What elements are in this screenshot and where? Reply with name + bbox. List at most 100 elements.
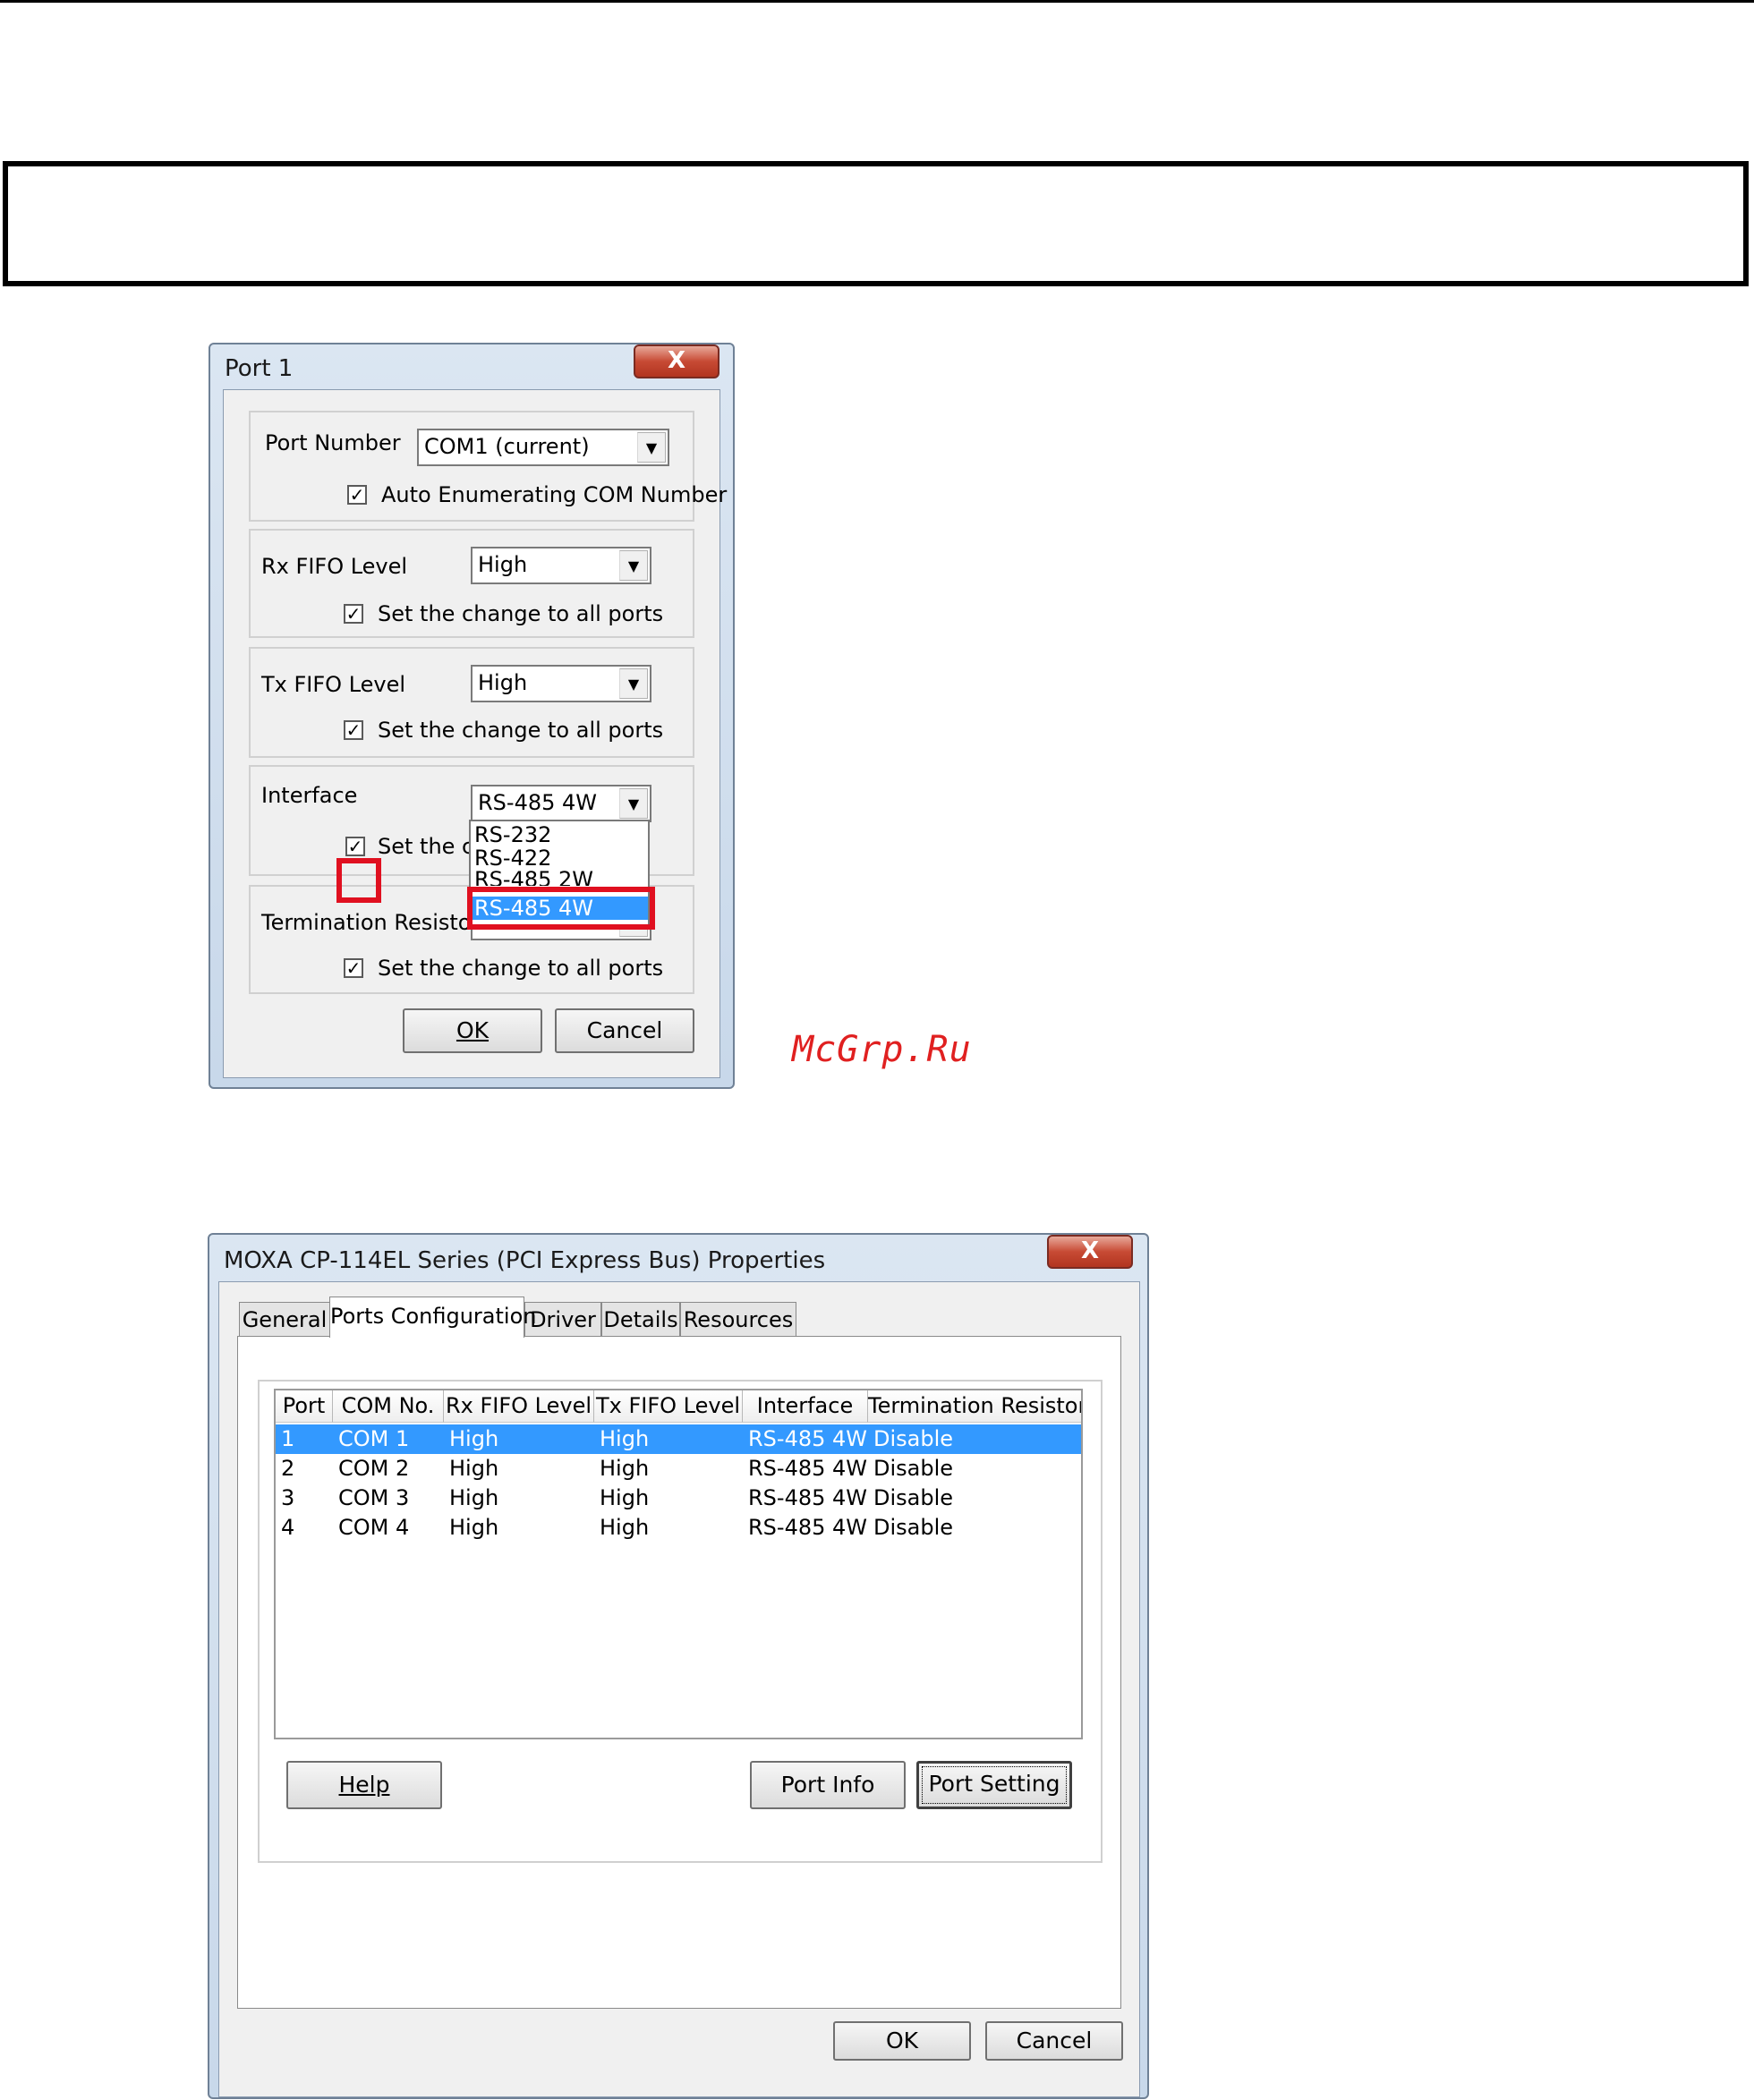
- close-button[interactable]: X: [1047, 1235, 1133, 1269]
- port-setting-button[interactable]: Port Setting: [916, 1761, 1072, 1809]
- top-rule: [0, 0, 1754, 3]
- interface-cell: RS-485 4W: [748, 1426, 868, 1451]
- tx-fifo-label: Tx FIFO Level: [261, 672, 406, 697]
- ports-group: Port COM No. Rx FIFO Level Tx FIFO Level…: [258, 1380, 1103, 1863]
- interface-option[interactable]: RS-422: [474, 846, 551, 870]
- rx-fifo-select[interactable]: High ▼: [471, 547, 651, 584]
- table-row[interactable]: 1 COM 1 High High RS-485 4W Disable: [276, 1424, 1081, 1454]
- port-info-label: Port Info: [780, 1772, 875, 1798]
- cancel-label: Cancel: [586, 1017, 663, 1043]
- cancel-button[interactable]: Cancel: [985, 2021, 1123, 2061]
- tab-general[interactable]: General: [239, 1302, 330, 1338]
- interface-cell: RS-485 4W: [748, 1515, 868, 1540]
- rx-fifo-value: High: [478, 552, 528, 577]
- column-header[interactable]: Port: [276, 1390, 333, 1423]
- header-box: [3, 161, 1749, 286]
- tx-fifo-select[interactable]: High ▼: [471, 665, 651, 702]
- interface-apply-all-checkbox[interactable]: ✓: [345, 837, 365, 856]
- column-header[interactable]: COM No.: [333, 1390, 444, 1423]
- tab-ports-configuration[interactable]: Ports Configuration: [329, 1297, 536, 1338]
- termination-apply-all-label: Set the change to all ports: [378, 956, 664, 981]
- termination-cell: Disable: [873, 1456, 954, 1481]
- com-cell: COM 2: [338, 1456, 410, 1481]
- ok-button[interactable]: OK: [403, 1008, 542, 1053]
- port-number-group: Port Number COM1 (current) ▼ ✓ Auto Enum…: [249, 411, 727, 522]
- termination-cell: Disable: [873, 1426, 954, 1451]
- rx-cell: High: [449, 1515, 499, 1540]
- rx-apply-all-label: Set the change to all ports: [378, 601, 664, 626]
- rx-fifo-label: Rx FIFO Level: [261, 554, 408, 579]
- termination-label: Termination Resistor: [261, 910, 481, 935]
- tab-details[interactable]: Details: [601, 1302, 680, 1338]
- tx-cell: High: [600, 1485, 650, 1510]
- cancel-label: Cancel: [1016, 2028, 1093, 2053]
- tx-apply-all-label: Set the change to all ports: [378, 718, 664, 743]
- tx-cell: High: [600, 1456, 650, 1481]
- tx-fifo-value: High: [478, 670, 528, 695]
- interface-cell: RS-485 4W: [748, 1485, 868, 1510]
- column-header[interactable]: Termination Resistor: [868, 1390, 1081, 1423]
- interface-value: RS-485 4W: [478, 790, 598, 815]
- chevron-down-icon[interactable]: ▼: [637, 432, 666, 463]
- cancel-button[interactable]: Cancel: [555, 1008, 694, 1053]
- com-cell: COM 3: [338, 1485, 410, 1510]
- port-cell: 2: [281, 1456, 295, 1481]
- properties-dialog-client: General Ports Configuration Driver Detai…: [218, 1281, 1140, 2097]
- properties-dialog: MOXA CP-114EL Series (PCI Express Bus) P…: [208, 1233, 1149, 2099]
- interface-option[interactable]: RS-232: [474, 823, 551, 846]
- port-number-value: COM1 (current): [424, 434, 590, 459]
- auto-enum-label: Auto Enumerating COM Number: [381, 482, 728, 507]
- port-cell: 4: [281, 1515, 295, 1540]
- rx-apply-all-checkbox[interactable]: ✓: [344, 604, 363, 624]
- ok-label: OK: [885, 2028, 919, 2053]
- termination-cell: Disable: [873, 1515, 954, 1540]
- tx-apply-all-checkbox[interactable]: ✓: [344, 720, 363, 740]
- chevron-down-icon[interactable]: ▼: [619, 668, 648, 699]
- table-row[interactable]: 2 COM 2 High High RS-485 4W Disable: [276, 1454, 1081, 1484]
- port-number-select[interactable]: COM1 (current) ▼: [417, 429, 669, 466]
- rx-cell: High: [449, 1426, 499, 1451]
- table-row[interactable]: 3 COM 3 High High RS-485 4W Disable: [276, 1484, 1081, 1513]
- watermark: McGrp.Ru: [792, 1029, 972, 1070]
- port-number-label: Port Number: [265, 430, 401, 455]
- termination-cell: Disable: [873, 1485, 954, 1510]
- help-button[interactable]: Help: [286, 1761, 442, 1809]
- highlight-checkbox-box: [336, 858, 381, 903]
- com-cell: COM 4: [338, 1515, 410, 1540]
- rx-fifo-group: Rx FIFO Level High ▼ ✓ Set the change to…: [249, 529, 694, 638]
- termination-apply-all-checkbox[interactable]: ✓: [344, 958, 363, 978]
- rx-cell: High: [449, 1485, 499, 1510]
- chevron-down-icon[interactable]: ▼: [619, 788, 648, 819]
- ports-list[interactable]: Port COM No. Rx FIFO Level Tx FIFO Level…: [274, 1389, 1083, 1739]
- auto-enum-checkbox[interactable]: ✓: [347, 485, 367, 505]
- port-info-button[interactable]: Port Info: [750, 1761, 906, 1809]
- column-header[interactable]: Rx FIFO Level: [444, 1390, 594, 1423]
- rx-cell: High: [449, 1456, 499, 1481]
- highlight-option-box: [467, 887, 655, 930]
- tab-resources[interactable]: Resources: [680, 1302, 796, 1338]
- column-header[interactable]: Tx FIFO Level: [594, 1390, 743, 1423]
- close-button[interactable]: X: [634, 344, 719, 378]
- table-row[interactable]: 4 COM 4 High High RS-485 4W Disable: [276, 1513, 1081, 1543]
- tx-fifo-group: Tx FIFO Level High ▼ ✓ Set the change to…: [249, 647, 694, 758]
- tab-page: Port COM No. Rx FIFO Level Tx FIFO Level…: [237, 1336, 1121, 2009]
- ok-label: OK: [456, 1017, 490, 1043]
- ok-button[interactable]: OK: [833, 2021, 971, 2061]
- properties-dialog-title: MOXA CP-114EL Series (PCI Express Bus) P…: [224, 1247, 826, 1274]
- tx-cell: High: [600, 1426, 650, 1451]
- port-setting-label: Port Setting: [928, 1771, 1060, 1797]
- port-dialog-title: Port 1: [225, 355, 294, 382]
- interface-cell: RS-485 4W: [748, 1456, 868, 1481]
- port-cell: 3: [281, 1485, 295, 1510]
- interface-label: Interface: [261, 783, 358, 808]
- help-label: Help: [338, 1772, 390, 1798]
- port-cell: 1: [281, 1426, 295, 1451]
- interface-select[interactable]: RS-485 4W ▼: [471, 785, 651, 822]
- port-dialog-client: Port Number COM1 (current) ▼ ✓ Auto Enum…: [223, 389, 727, 1078]
- column-header[interactable]: Interface: [743, 1390, 868, 1423]
- com-cell: COM 1: [338, 1426, 410, 1451]
- tx-cell: High: [600, 1515, 650, 1540]
- port-dialog: Port 1 X Port Number COM1 (current) ▼ ✓ …: [209, 343, 735, 1089]
- interface-option[interactable]: RS-485 2W: [474, 868, 593, 886]
- chevron-down-icon[interactable]: ▼: [619, 550, 648, 581]
